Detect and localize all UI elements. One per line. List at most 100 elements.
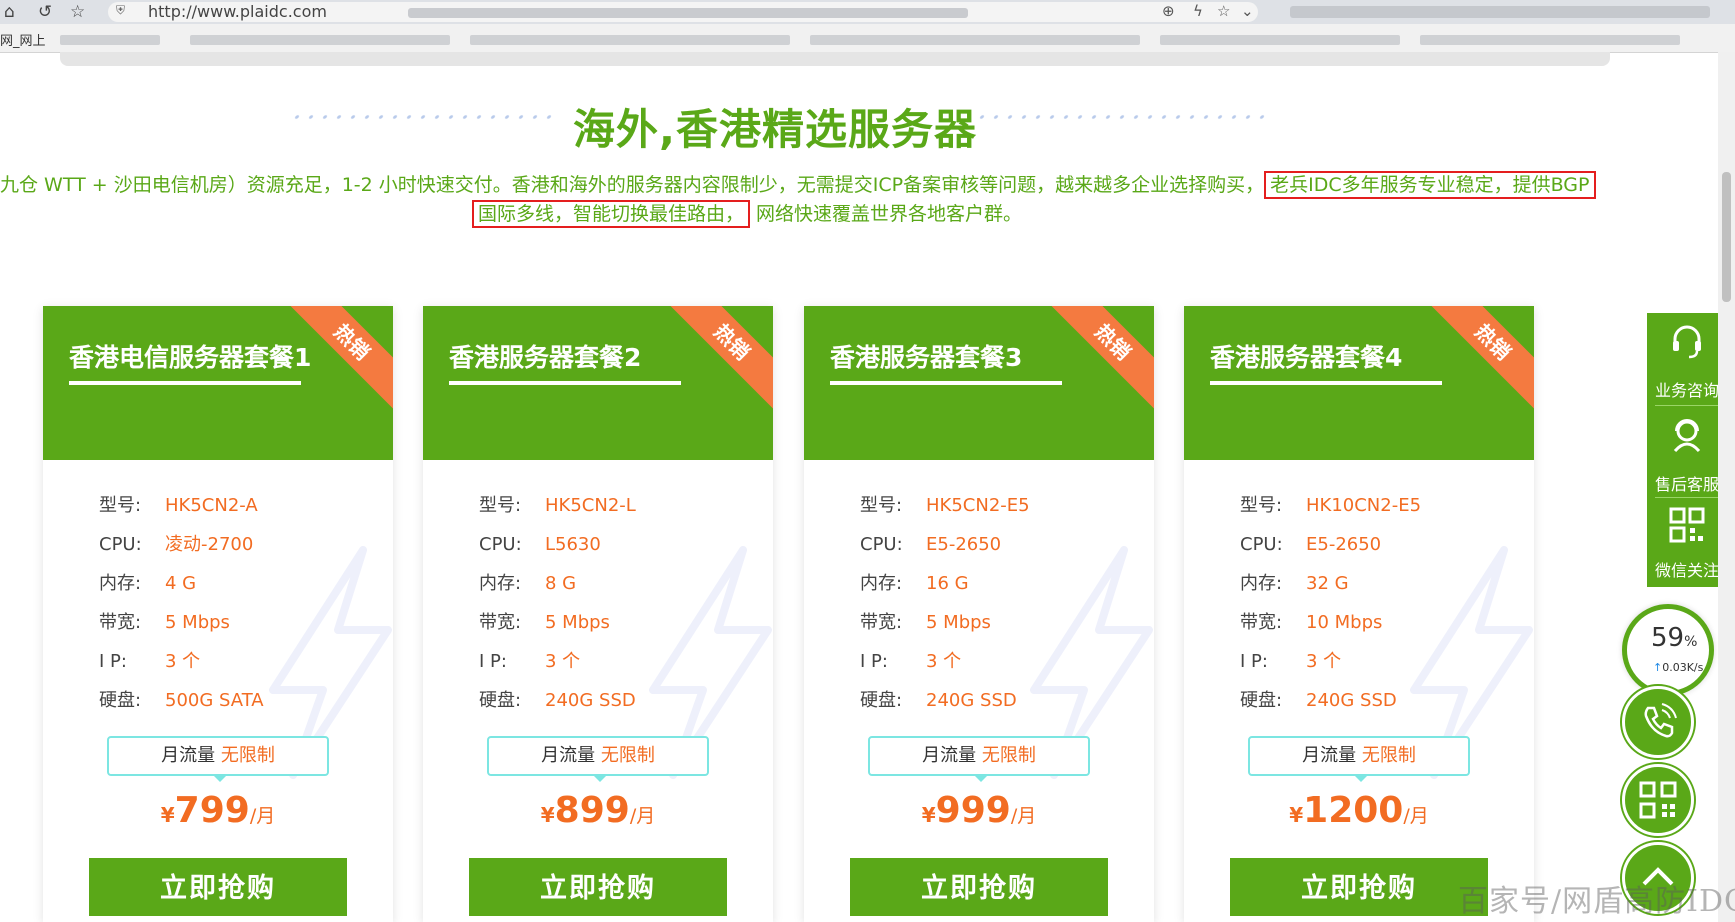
spec-bandwidth: 带宽: 10 Mbps xyxy=(1240,611,1382,635)
spec-ram: 内存: 4 G xyxy=(99,572,196,596)
scrollbar[interactable] xyxy=(1718,52,1735,922)
card-body: 型号: HK5CN2-E5 CPU: E5-2650 内存: 16 G 带宽: 5 Mb… xyxy=(804,460,1154,922)
spec-disk: 硬盘: 500G SATA xyxy=(99,689,264,713)
spec-label: 内存: xyxy=(1240,573,1283,594)
side-item-wechat[interactable]: 微信关注 xyxy=(1647,497,1727,587)
plan-price: ¥1200/月 xyxy=(1184,790,1534,831)
favorite-icon[interactable]: ☆ xyxy=(1217,2,1230,20)
spec-value: 5 Mbps xyxy=(926,612,991,633)
bookmark-blur xyxy=(1420,35,1680,45)
spec-ram: 内存: 32 G xyxy=(1240,572,1349,596)
intro-text-line2: 国际多线，智能切换最佳路由， 网络快速覆盖世界各地客户群。 xyxy=(472,200,1023,228)
buy-now-button[interactable]: 立即抢购 xyxy=(89,858,347,916)
spec-label: 型号: xyxy=(860,495,903,516)
spec-value: 240G SSD xyxy=(545,690,636,711)
zoom-icon[interactable]: ⊕ xyxy=(1162,2,1175,20)
side-item-label: 售后客服 xyxy=(1654,475,1719,494)
spec-disk: 硬盘: 240G SSD xyxy=(479,689,636,713)
price-unit: /月 xyxy=(249,805,276,827)
flash-icon[interactable]: ϟ xyxy=(1193,2,1203,20)
spec-value: 5 Mbps xyxy=(165,612,230,633)
currency-symbol: ¥ xyxy=(921,803,936,827)
spec-cpu: CPU: 凌动-2700 xyxy=(99,533,253,557)
phone-icon xyxy=(1644,703,1677,738)
divider xyxy=(1655,405,1719,406)
star-icon[interactable]: ☆ xyxy=(70,2,85,22)
spec-label: 带宽: xyxy=(1240,612,1283,633)
upload-arrow-icon: ↑ xyxy=(1653,661,1663,674)
home-icon[interactable]: ⌂ xyxy=(4,2,15,22)
qr-code-button[interactable] xyxy=(1622,764,1694,836)
spec-value: 240G SSD xyxy=(1306,690,1397,711)
spec-ram: 内存: 8 G xyxy=(479,572,576,596)
traffic-label: 月流量 xyxy=(922,745,977,766)
spec-value: 500G SATA xyxy=(165,690,264,711)
traffic-value: 无限制 xyxy=(1361,745,1416,766)
spec-label: 硬盘: xyxy=(860,690,903,711)
card-header: 香港服务器套餐3 热销 xyxy=(804,306,1154,460)
price-unit: /月 xyxy=(629,805,656,827)
scrollbar-thumb[interactable] xyxy=(1722,172,1731,302)
side-item-label: 业务咨询 xyxy=(1654,381,1719,400)
side-item-label: 微信关注 xyxy=(1654,561,1719,580)
intro-text: 网络快速覆盖世界各地客户群。 xyxy=(756,203,1023,225)
spec-label: 硬盘: xyxy=(99,690,142,711)
bookmark-blur xyxy=(190,35,450,45)
spec-bandwidth: 带宽: 5 Mbps xyxy=(99,611,230,635)
plan-card: 香港服务器套餐3 热销 型号: HK5CN2-E5 CPU: E5-2650 内存:… xyxy=(804,306,1154,922)
watermark-text: 百家号/网盾高防IDC xyxy=(1458,884,1735,919)
blurred-area xyxy=(408,8,968,18)
headset-icon xyxy=(1673,325,1701,359)
traffic-badge: 月流量 无限制 xyxy=(868,736,1090,776)
buy-now-button[interactable]: 立即抢购 xyxy=(469,858,727,916)
spec-value: HK5CN2-E5 xyxy=(926,495,1030,516)
spec-cpu: CPU: L5630 xyxy=(479,533,601,557)
spec-ram: 内存: 16 G xyxy=(860,572,969,596)
spec-label: I P: xyxy=(1240,651,1268,672)
side-item-service[interactable]: 售后客服 xyxy=(1647,407,1727,497)
qr-code-icon xyxy=(1639,781,1677,819)
speed-percent-value: 59 xyxy=(1651,623,1685,653)
spec-value: HK10CN2-E5 xyxy=(1306,495,1422,516)
network-speed-widget[interactable]: 59% ↑0.03K/s xyxy=(1622,604,1714,696)
url-text: http://www.plaidc.com xyxy=(148,2,327,21)
spec-value: L5630 xyxy=(545,534,601,555)
price-value: 999 xyxy=(935,790,1011,831)
side-contact-panel: 业务咨询 售后客服 微信关注 xyxy=(1647,313,1727,587)
plan-title: 香港服务器套餐4 xyxy=(1210,343,1403,372)
traffic-badge: 月流量 无限制 xyxy=(487,736,709,776)
traffic-value: 无限制 xyxy=(981,745,1036,766)
address-bar[interactable]: ⛨ http://www.plaidc.com xyxy=(108,2,1258,22)
spec-label: 带宽: xyxy=(99,612,142,633)
bookmark-blur xyxy=(1160,35,1400,45)
chevron-down-icon[interactable]: ⌄ xyxy=(1241,2,1254,20)
plan-title: 香港服务器套餐2 xyxy=(449,343,642,372)
traffic-value: 无限制 xyxy=(220,745,275,766)
spec-value: 3 个 xyxy=(1306,651,1342,672)
phone-button[interactable] xyxy=(1622,686,1694,758)
plan-price: ¥799/月 xyxy=(43,790,393,831)
spec-label: 型号: xyxy=(479,495,522,516)
buy-now-button[interactable]: 立即抢购 xyxy=(850,858,1108,916)
plan-title: 香港服务器套餐3 xyxy=(830,343,1023,372)
speed-percent-sign: % xyxy=(1684,634,1698,650)
side-item-consult[interactable]: 业务咨询 xyxy=(1647,313,1727,403)
buy-now-button[interactable]: 立即抢购 xyxy=(1230,858,1488,916)
bookmark-blur xyxy=(470,35,790,45)
spec-bandwidth: 带宽: 5 Mbps xyxy=(860,611,991,635)
spec-ip: I P: 3 个 xyxy=(860,650,961,674)
spec-label: 型号: xyxy=(1240,495,1283,516)
plan-card: 香港服务器套餐4 热销 型号: HK10CN2-E5 CPU: E5-2650 内存… xyxy=(1184,306,1534,922)
traffic-pointer xyxy=(213,775,227,782)
intro-text: 九仓 WTT + 沙田电信机房）资源充足，1-2 小时快速交付。香港和海外的服务… xyxy=(0,174,1265,196)
traffic-pointer xyxy=(974,775,988,782)
refresh-icon[interactable]: ↺ xyxy=(38,2,52,22)
spec-label: 内存: xyxy=(860,573,903,594)
spec-ip: I P: 3 个 xyxy=(1240,650,1341,674)
traffic-label: 月流量 xyxy=(541,745,596,766)
spec-label: 带宽: xyxy=(479,612,522,633)
bookmark-item[interactable]: 网_网上 xyxy=(0,30,46,49)
spec-label: 内存: xyxy=(99,573,142,594)
spec-label: 带宽: xyxy=(860,612,903,633)
bookmarks-bar: 网_网上 xyxy=(0,24,1735,53)
